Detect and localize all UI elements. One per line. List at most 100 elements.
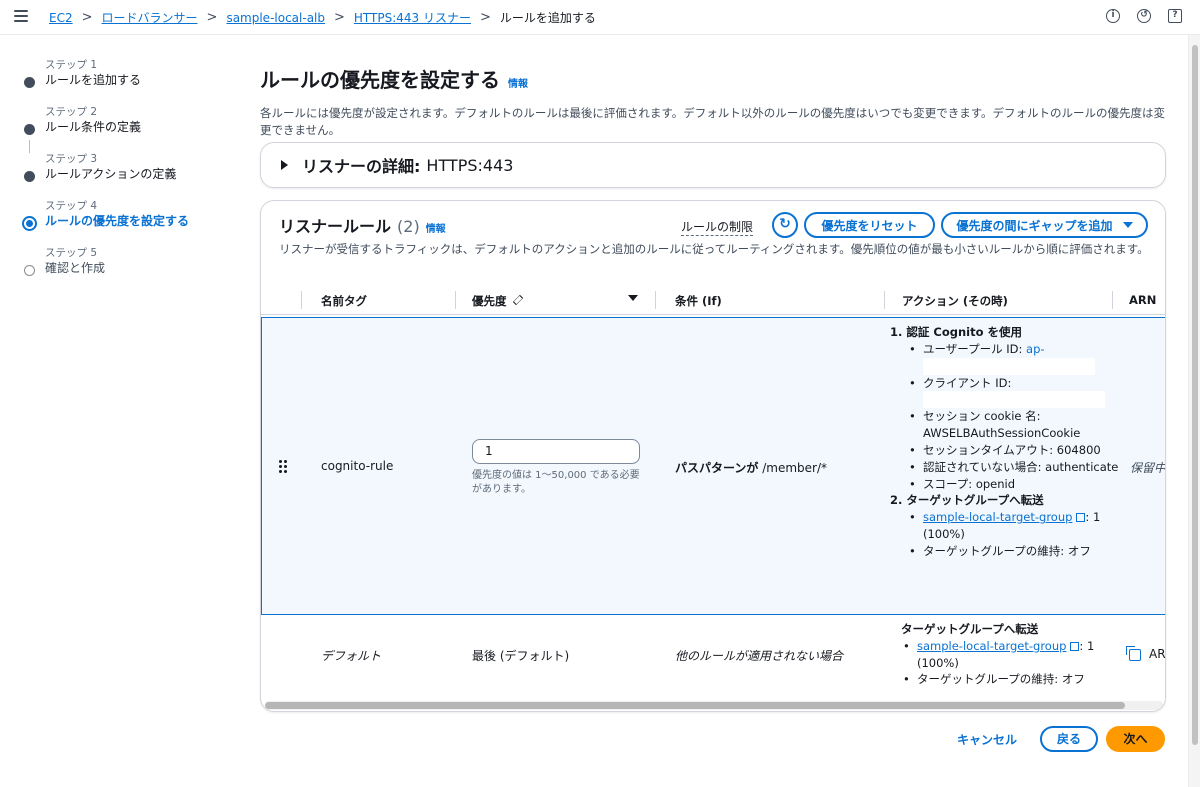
step-2[interactable]: ステップ 2 ルール条件の定義 bbox=[23, 105, 243, 152]
table-header: 名前タグ 優先度 条件 (If) アクション (その時) ARN bbox=[261, 285, 1165, 315]
rules-title: リスナールール bbox=[279, 217, 392, 236]
listener-label: リスナーの詳細: bbox=[302, 157, 421, 176]
default-rule-actions: ターゲットグループへ転送 sample-local-target-group: … bbox=[901, 621, 1131, 688]
history-icon[interactable]: ↺ bbox=[1137, 9, 1151, 23]
breadcrumb-alb[interactable]: sample-local-alb bbox=[226, 11, 325, 25]
step-number: ステップ 5 bbox=[45, 247, 98, 259]
rules-info-link[interactable]: 情報 bbox=[426, 220, 446, 235]
add-priority-gap-button[interactable]: 優先度の間にギャップを追加 bbox=[941, 212, 1148, 238]
priority-hint: 優先度の値は 1〜50,000 である必要があります。 bbox=[472, 470, 640, 495]
priority-input[interactable]: 1 bbox=[472, 439, 640, 464]
chevron-right-icon: > bbox=[480, 10, 491, 25]
target-group-link[interactable]: sample-local-target-group bbox=[923, 510, 1072, 524]
redacted-value bbox=[923, 391, 1105, 409]
drag-handle-icon[interactable] bbox=[279, 460, 287, 474]
column-priority[interactable]: 優先度 bbox=[472, 293, 523, 309]
list-item: sample-local-target-group: 1 (100%) bbox=[907, 509, 1120, 543]
step-number: ステップ 4 bbox=[45, 200, 98, 212]
condition-value: /member/* bbox=[758, 461, 828, 475]
list-item: セッションタイムアウト: 604800 bbox=[907, 442, 1120, 459]
step-5: ステップ 5 確認と作成 bbox=[23, 246, 243, 293]
page-title: ルールの優先度を設定する 情報 bbox=[260, 64, 1166, 93]
cancel-button[interactable]: キャンセル bbox=[957, 731, 1017, 748]
user-pool-label: ユーザープール ID: bbox=[923, 341, 1027, 356]
chevron-right-icon: > bbox=[334, 10, 345, 25]
list-item: ユーザープール ID: ap- bbox=[907, 341, 1120, 375]
list-item: 認証されていない場合: authenticate bbox=[907, 459, 1120, 476]
top-navigation: EC2 > ロードバランサー > sample-local-alb > HTTP… bbox=[0, 0, 1200, 35]
copy-icon[interactable] bbox=[1126, 646, 1141, 661]
top-toolbar: i ↺ ? bbox=[1106, 9, 1182, 23]
chevron-right-icon: > bbox=[81, 10, 93, 25]
caret-right-icon bbox=[281, 160, 288, 170]
sort-descending-icon[interactable] bbox=[628, 295, 638, 301]
step-number: ステップ 3 bbox=[45, 153, 98, 165]
rule-arn-pending: 保留中 bbox=[1130, 461, 1166, 475]
user-pool-link[interactable]: ap- bbox=[1026, 342, 1045, 356]
default-rule-priority: 最後 (デフォルト) bbox=[472, 649, 570, 663]
add-gap-label: 優先度の間にギャップを追加 bbox=[956, 218, 1113, 233]
list-item: ターゲットグループの維持: オフ bbox=[907, 543, 1120, 560]
step-number: ステップ 1 bbox=[45, 59, 98, 71]
forward-details: sample-local-target-group: 1 (100%) ターゲッ… bbox=[901, 638, 1131, 688]
table-row: デフォルト 最後 (デフォルト) 他のルールが適用されない場合 ターゲットグルー… bbox=[261, 615, 1166, 699]
step-4: ステップ 4 ルールの優先度を設定する bbox=[22, 199, 243, 246]
action-forward-title: ターゲットグループへ転送 bbox=[901, 622, 1039, 636]
breadcrumb-ec2[interactable]: EC2 bbox=[49, 11, 73, 25]
wizard-steps: ステップ 1 ルールを追加する ステップ 2 ルール条件の定義 ステップ 3 ル… bbox=[22, 58, 243, 293]
rule-limits-link[interactable]: ルールの制限 bbox=[681, 218, 754, 236]
step-number: ステップ 2 bbox=[45, 106, 98, 118]
step-current-icon bbox=[22, 216, 37, 231]
breadcrumb-listener[interactable]: HTTPS:443 リスナー bbox=[354, 9, 471, 26]
edit-icon bbox=[512, 294, 523, 306]
step-label: ルールアクションの定義 bbox=[45, 167, 177, 181]
redacted-value bbox=[923, 357, 1095, 375]
rules-count: (2) bbox=[397, 217, 420, 236]
step-completed-icon bbox=[24, 171, 35, 182]
list-item: スコープ: openid bbox=[907, 476, 1120, 493]
condition-label: パスパターンが bbox=[675, 461, 759, 475]
listener-details-expander[interactable]: リスナーの詳細: HTTPS:443 bbox=[260, 142, 1166, 188]
step-completed-icon bbox=[24, 77, 35, 88]
step-label: ルール条件の定義 bbox=[45, 120, 142, 134]
step-pending-icon bbox=[24, 265, 35, 276]
rules-header: リスナールール (2) 情報 bbox=[279, 213, 446, 237]
chevron-right-icon: > bbox=[206, 10, 218, 25]
listener-value: HTTPS:443 bbox=[426, 155, 514, 175]
step-completed-icon bbox=[24, 124, 35, 135]
authenticate-details: ユーザープール ID: ap- クライアント ID: セッション cookie … bbox=[890, 341, 1120, 493]
table-horizontal-scrollbar[interactable] bbox=[265, 701, 1163, 710]
table-row[interactable]: cognito-rule 1 優先度の値は 1〜50,000 である必要がありま… bbox=[261, 317, 1166, 615]
list-item: sample-local-target-group: 1 (100%) bbox=[901, 638, 1131, 672]
refresh-button[interactable]: ↻ bbox=[772, 212, 798, 238]
refresh-icon: ↻ bbox=[779, 216, 791, 232]
step-label: ルールを追加する bbox=[45, 73, 142, 87]
main-content: ルールの優先度を設定する 情報 各ルールには優先度が設定されます。デフォルトのル… bbox=[260, 64, 1166, 752]
rule-actions: 1. 認証 Cognito を使用 ユーザープール ID: ap- クライアント… bbox=[890, 324, 1120, 560]
target-group-link[interactable]: sample-local-target-group bbox=[917, 639, 1066, 653]
default-rule-arn: AR bbox=[1149, 647, 1166, 661]
page-scrollbar[interactable] bbox=[1188, 35, 1200, 787]
info-icon[interactable]: i bbox=[1106, 9, 1120, 23]
step-3[interactable]: ステップ 3 ルールアクションの定義 bbox=[23, 152, 243, 199]
step-1[interactable]: ステップ 1 ルールを追加する bbox=[23, 58, 243, 105]
forward-details: sample-local-target-group: 1 (100%) ターゲッ… bbox=[890, 509, 1120, 559]
reset-priority-button[interactable]: 優先度をリセット bbox=[804, 212, 935, 238]
menu-icon[interactable] bbox=[14, 10, 28, 22]
back-button[interactable]: 戻る bbox=[1040, 726, 1098, 752]
client-id-label: クライアント ID: bbox=[923, 375, 1012, 390]
list-item: クライアント ID: bbox=[907, 375, 1120, 409]
breadcrumb-load-balancers[interactable]: ロードバランサー bbox=[102, 9, 198, 26]
next-button[interactable]: 次へ bbox=[1106, 726, 1165, 752]
reset-priority-label: 優先度をリセット bbox=[821, 218, 918, 233]
page-info-link[interactable]: 情報 bbox=[508, 75, 528, 90]
breadcrumb: EC2 > ロードバランサー > sample-local-alb > HTTP… bbox=[49, 9, 596, 26]
rule-name: cognito-rule bbox=[321, 459, 394, 473]
default-rule-name: デフォルト bbox=[321, 649, 382, 663]
column-condition: 条件 (If) bbox=[675, 294, 722, 308]
list-item: セッション cookie 名: AWSELBAuthSessionCookie bbox=[907, 408, 1120, 442]
step-label: 確認と作成 bbox=[45, 261, 106, 275]
wizard-footer: キャンセル 戻る 次へ bbox=[260, 726, 1166, 754]
column-action: アクション (その時) bbox=[902, 294, 1008, 308]
feedback-icon[interactable]: ? bbox=[1168, 9, 1182, 23]
